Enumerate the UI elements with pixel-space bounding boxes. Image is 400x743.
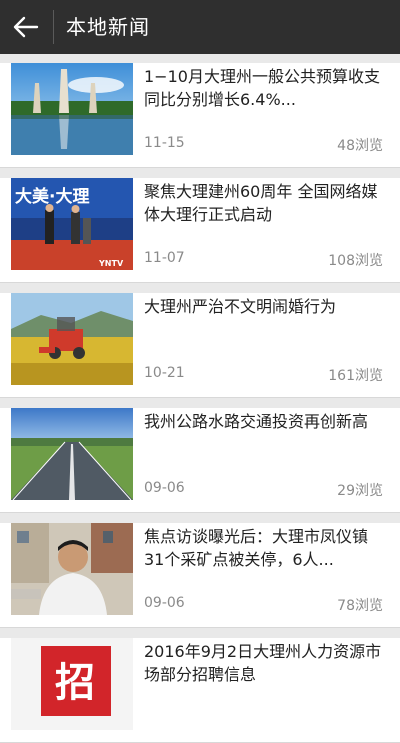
back-arrow-icon [13,16,39,38]
news-title: 2016年9月2日大理州人力资源市场部分招聘信息 [144,642,382,684]
news-thumbnail [11,408,133,500]
news-title: 焦点访谈曝光后：大理市凤仪镇31个采矿点被关停，6人... [144,527,369,569]
news-list: 1−10月大理州一般公共预算收支同比分别增长6.4%... 11-15 48浏览… [0,54,400,743]
page-title: 本地新闻 [66,15,150,39]
news-thumbnail: 大美·大理 YNTV [11,178,133,270]
news-item[interactable]: 1−10月大理州一般公共预算收支同比分别增长6.4%... 11-15 48浏览 [0,63,400,168]
news-view-count: 29浏览 [337,483,383,499]
poster-character: 招 [55,660,95,706]
news-date: 11-07 [144,250,185,266]
app-bar: 本地新闻 [0,0,400,54]
news-view-count: 78浏览 [337,598,383,614]
news-thumbnail [11,523,133,615]
news-item[interactable]: 招 2016年9月2日大理州人力资源市场部分招聘信息 [0,638,400,743]
news-date: 09-06 [144,595,185,611]
news-title: 大理州严治不文明闹婚行为 [144,297,337,316]
news-title: 我州公路水路交通投资再创新高 [144,412,369,431]
news-date: 10-21 [144,365,185,381]
thumbnail-logo: YNTV [98,259,124,268]
news-view-count: 161浏览 [328,368,383,384]
thumbnail-caption: 大美·大理 [15,186,89,207]
news-date: 09-06 [144,480,185,496]
news-date: 11-15 [144,135,185,151]
news-thumbnail [11,63,133,155]
news-item[interactable]: 我州公路水路交通投资再创新高 09-06 29浏览 [0,408,400,513]
divider [53,10,54,44]
news-title: 聚焦大理建州60周年 全国网络媒体大理行正式启动 [144,182,378,224]
news-item[interactable]: 大理州严治不文明闹婚行为 10-21 161浏览 [0,293,400,398]
news-item[interactable]: 焦点访谈曝光后：大理市凤仪镇31个采矿点被关停，6人... 09-06 78浏览 [0,523,400,628]
news-view-count: 108浏览 [328,253,383,269]
news-title: 1−10月大理州一般公共预算收支同比分别增长6.4%... [144,67,380,109]
news-item[interactable]: 大美·大理 YNTV 聚焦大理建州60周年 全国网络媒体大理行正式启动 11-0… [0,178,400,283]
news-thumbnail [11,293,133,385]
back-button[interactable] [0,0,52,54]
news-thumbnail: 招 [11,638,133,730]
news-view-count: 48浏览 [337,138,383,154]
